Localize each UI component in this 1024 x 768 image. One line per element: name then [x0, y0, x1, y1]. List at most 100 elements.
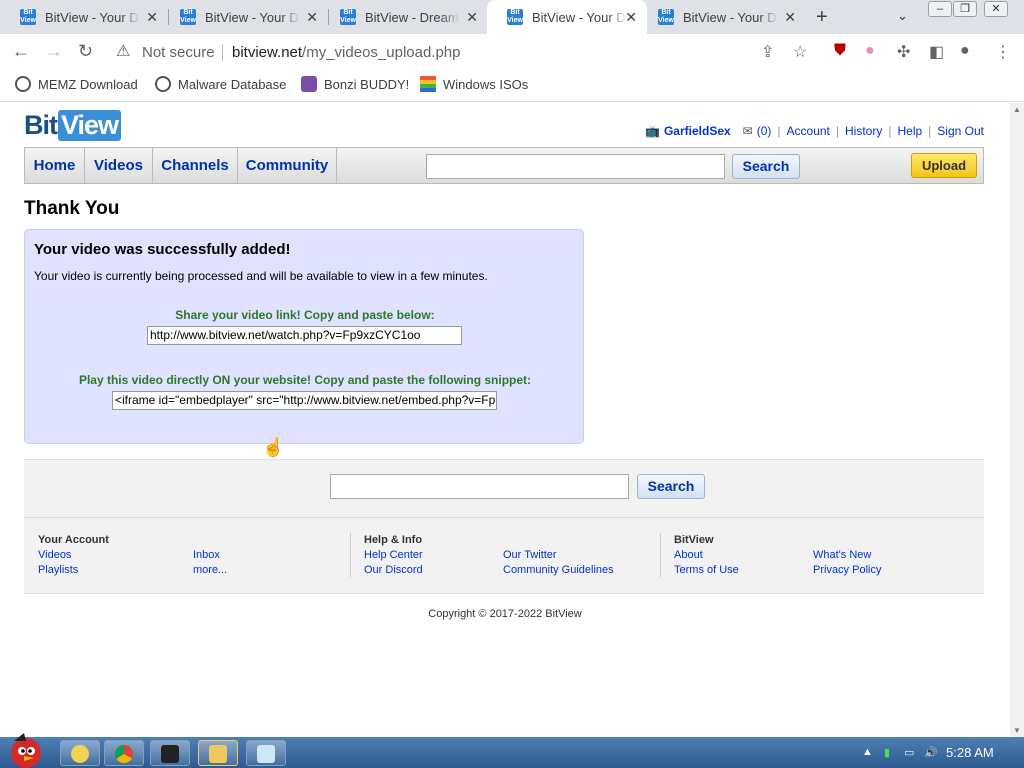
warning-icon[interactable]: ⚠ — [116, 41, 130, 61]
7zip-icon — [161, 745, 179, 763]
help-link[interactable]: Help — [897, 124, 922, 138]
browser-tab[interactable]: Bit View BitView - Dream ✕ — [320, 0, 488, 34]
close-tab-icon[interactable]: ✕ — [625, 9, 637, 26]
volume-icon[interactable]: 🔊 — [924, 746, 938, 759]
username-link[interactable]: GarfieldSex — [664, 124, 731, 138]
footer-link-privacy[interactable]: Privacy Policy — [813, 564, 881, 576]
footer-link-twitter[interactable]: Our Twitter — [503, 549, 557, 561]
taskbar-7zip[interactable] — [150, 740, 190, 766]
footer-link-about[interactable]: About — [674, 549, 703, 561]
embed-code-field[interactable]: <iframe id="embedplayer" src="http://www… — [112, 391, 497, 410]
footer-link-inbox[interactable]: Inbox — [193, 549, 220, 561]
scroll-up-icon[interactable]: ▲ — [1013, 105, 1021, 114]
success-panel: Your video was successfully added! Your … — [24, 229, 584, 444]
bitview-logo[interactable]: Bit View — [24, 109, 122, 141]
tab-search-chevron-icon[interactable]: ⌄ — [897, 8, 908, 24]
angry-bird-start-icon[interactable] — [4, 731, 48, 768]
footer-link-discord[interactable]: Our Discord — [364, 564, 423, 576]
nav-community[interactable]: Community — [238, 148, 337, 183]
footer-search-input[interactable] — [330, 474, 629, 499]
browser-tab[interactable]: BitView BitView - Your Digital Video Rep… — [638, 0, 806, 34]
sign-out-link[interactable]: Sign Out — [937, 124, 984, 138]
account-link[interactable]: Account — [787, 124, 830, 138]
back-icon[interactable]: ← — [12, 41, 30, 62]
footer-link-help-center[interactable]: Help Center — [364, 549, 423, 561]
forward-icon[interactable]: → — [45, 41, 63, 62]
footer-divider — [24, 517, 984, 518]
tray-expand-icon[interactable]: ▲ — [862, 746, 873, 758]
inbox-count-link[interactable]: (0) — [757, 124, 772, 138]
bitview-favicon-icon: Bit View — [507, 9, 523, 25]
taskbar-notepad[interactable] — [246, 740, 286, 766]
bookmark-item[interactable]: Windows ISOs — [420, 76, 528, 92]
extensions-puzzle-icon[interactable]: ✣ — [897, 42, 910, 62]
close-tab-icon[interactable]: ✕ — [466, 9, 478, 26]
security-label[interactable]: Not secure — [142, 44, 215, 61]
search-input[interactable] — [426, 154, 725, 179]
nav-videos[interactable]: Videos — [85, 148, 153, 183]
taskbar-clock[interactable]: 5:28 AM — [946, 745, 994, 760]
windows-flag-icon — [420, 76, 436, 92]
mail-icon[interactable]: ✉ — [743, 124, 753, 138]
footer-link-videos[interactable]: Videos — [38, 549, 71, 561]
browser-tab[interactable]: BitView BitView - Your Digital Video Rep… — [160, 0, 328, 34]
url-domain: bitview.net — [232, 44, 303, 61]
network-icon[interactable]: ▮ — [884, 746, 890, 759]
close-tab-icon[interactable]: ✕ — [784, 9, 796, 26]
bookmark-item[interactable]: MEMZ Download — [15, 76, 138, 92]
history-link[interactable]: History — [845, 124, 882, 138]
menu-kebab-icon[interactable]: ⋮ — [995, 42, 1011, 62]
processing-message: Your video is currently being processed … — [34, 269, 488, 283]
star-icon[interactable]: ☆ — [793, 42, 807, 62]
footer-link-guidelines[interactable]: Community Guidelines — [503, 564, 614, 576]
scroll-down-icon[interactable]: ▼ — [1013, 726, 1021, 735]
page-content: Bit View 📺 GarfieldSex ✉ (0) | Account | … — [0, 103, 1010, 737]
profile-avatar-icon[interactable]: ● — [960, 42, 970, 60]
page-scrollbar[interactable]: ▲ ▼ — [1010, 103, 1024, 737]
taskbar-explorer[interactable] — [60, 740, 100, 766]
nav-home[interactable]: Home — [25, 148, 85, 183]
restore-icon[interactable]: ❐ — [953, 1, 977, 17]
url-text[interactable]: bitview.net/my_videos_upload.php — [232, 44, 461, 61]
ublock-icon[interactable]: ⛊ — [834, 42, 846, 60]
bitview-favicon-icon: Bit View — [340, 9, 356, 25]
minimize-icon[interactable]: – — [928, 1, 952, 17]
footer-link-more[interactable]: more... — [193, 564, 227, 576]
footer-column-divider — [350, 533, 351, 577]
tab-strip: BitView BitView - Your Digital Video Rep… — [0, 0, 1024, 34]
extension-flag-icon[interactable]: ● — [865, 42, 875, 60]
tv-icon: 📺 — [645, 124, 660, 138]
folder-icon — [209, 745, 227, 763]
omnibox-divider — [222, 44, 223, 61]
footer-link-terms[interactable]: Terms of Use — [674, 564, 739, 576]
user-bar: 📺 GarfieldSex ✉ (0) | Account | History … — [645, 124, 984, 138]
close-tab-icon[interactable]: ✕ — [306, 9, 318, 26]
bitview-favicon-icon: Bit View — [180, 9, 196, 25]
taskbar-chrome[interactable] — [104, 740, 144, 766]
side-panel-icon[interactable]: ◧ — [929, 42, 944, 62]
nav-channels[interactable]: Channels — [153, 148, 238, 183]
search-button[interactable]: Search — [732, 154, 800, 179]
new-tab-icon[interactable]: + — [816, 6, 828, 29]
main-nav: Home Videos Channels Community Search Up… — [24, 147, 984, 184]
bookmark-item[interactable]: Bonzi BUDDY! — [301, 76, 409, 92]
close-tab-icon[interactable]: ✕ — [146, 9, 158, 26]
bookmark-item[interactable]: Malware Database — [155, 76, 286, 92]
upload-button[interactable]: Upload — [911, 153, 977, 178]
browser-tab[interactable]: BitView BitView - Your Digital Video Rep… — [0, 0, 168, 34]
footer-link-playlists[interactable]: Playlists — [38, 564, 78, 576]
share-link-field[interactable]: http://www.bitview.net/watch.php?v=Fp9xz… — [147, 326, 462, 345]
bonzi-icon — [301, 76, 317, 92]
taskbar-folder[interactable] — [198, 740, 238, 766]
footer-link-whats-new[interactable]: What's New — [813, 549, 871, 561]
footer-heading-account: Your Account — [38, 534, 109, 546]
footer-search-button[interactable]: Search — [637, 474, 705, 499]
share-icon[interactable]: ⇪ — [761, 42, 774, 62]
monitor-icon[interactable]: ▭ — [904, 746, 914, 759]
success-heading: Your video was successfully added! — [34, 241, 291, 258]
reload-icon[interactable]: ↻ — [78, 41, 93, 62]
browser-tab-active[interactable]: BitView BitView - Your Digital Video Rep… — [487, 0, 647, 34]
footer-heading-bitview: BitView — [674, 534, 714, 546]
globe-icon — [15, 76, 31, 92]
close-window-icon[interactable]: ✕ — [984, 1, 1008, 17]
